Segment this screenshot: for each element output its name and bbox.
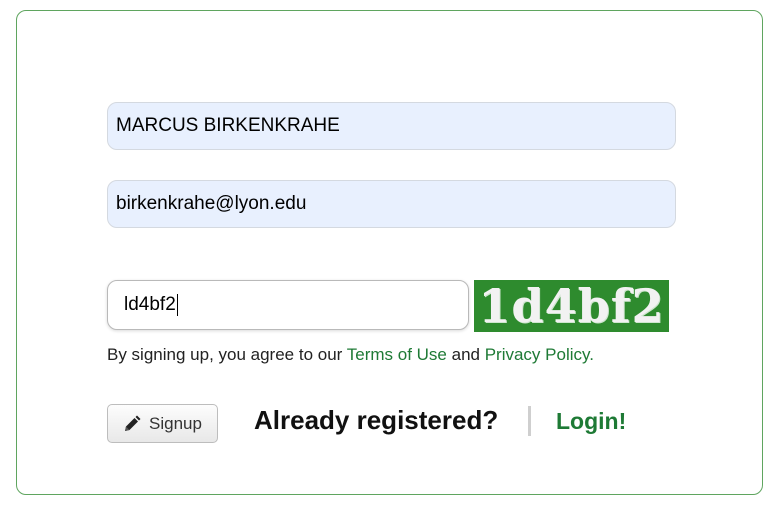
captcha-image: 1d4bf2 xyxy=(474,280,669,332)
email-field-value: birkenkrahe@lyon.edu xyxy=(116,193,307,214)
terms-middle: and xyxy=(446,345,485,364)
captcha-input[interactable]: ld4bf2 xyxy=(107,280,469,330)
captcha-input-value: ld4bf2 xyxy=(124,294,176,315)
privacy-policy-link[interactable]: Privacy Policy. xyxy=(485,345,594,364)
email-field[interactable]: birkenkrahe@lyon.edu xyxy=(107,180,676,228)
text-caret xyxy=(176,294,178,316)
terms-notice: By signing up, you agree to our Terms of… xyxy=(107,345,594,365)
terms-prefix: By signing up, you agree to our xyxy=(107,345,347,364)
login-link[interactable]: Login! xyxy=(556,408,626,435)
terms-of-use-link[interactable]: Terms of Use xyxy=(347,345,447,364)
signup-button[interactable]: Signup xyxy=(107,404,218,443)
name-field[interactable]: MARCUS BIRKENKRAHE xyxy=(107,102,676,150)
signup-button-label: Signup xyxy=(149,413,202,433)
already-registered-text: Already registered? xyxy=(254,405,499,435)
captcha-image-text: 1d4bf2 xyxy=(478,280,665,332)
pencil-icon xyxy=(123,415,141,433)
name-field-value: MARCUS BIRKENKRAHE xyxy=(116,115,340,136)
separator xyxy=(528,406,531,436)
